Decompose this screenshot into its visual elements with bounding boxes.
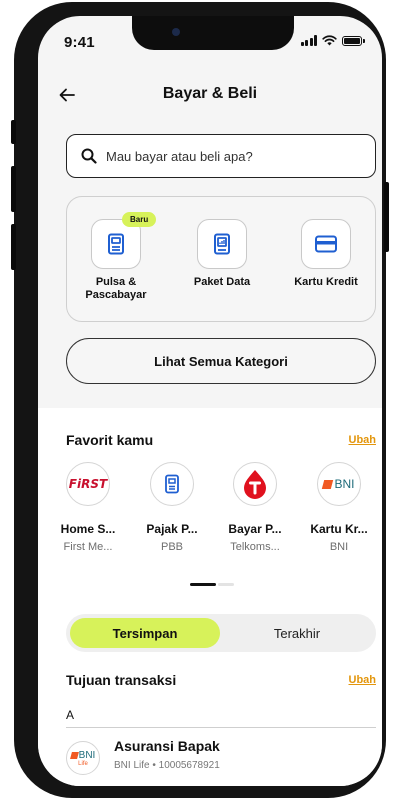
favorite-provider: Telkoms... xyxy=(230,541,280,553)
destination-title: Asuransi Bapak xyxy=(114,738,220,754)
category-label: Kartu Kredit xyxy=(294,276,358,288)
carousel-indicator xyxy=(190,583,238,586)
favorite-name: Home S... xyxy=(60,522,116,536)
search-placeholder: Mau bayar atau beli apa? xyxy=(106,148,253,164)
favorites-title: Favorit kamu xyxy=(66,432,154,448)
favorites-header: Favorit kamu Ubah xyxy=(66,432,376,452)
app-screen: 9:41 Bayar & Beli Mau bayar atau beli ap… xyxy=(38,16,382,786)
category-icon-box: Baru xyxy=(91,212,157,269)
phone-volume-up xyxy=(11,166,16,212)
favorite-item[interactable]: BNI Kartu Kr... BNI xyxy=(306,462,372,553)
bni-logo-text: BNI xyxy=(334,477,355,491)
phone-power-button xyxy=(384,182,389,252)
destination-subtitle: BNI Life • 10005678921 xyxy=(114,760,220,771)
favorite-provider: PBB xyxy=(160,541,183,553)
destinations-edit-link[interactable]: Ubah xyxy=(349,674,377,686)
destinations-header: Tujuan transaksi Ubah xyxy=(66,672,376,692)
wifi-icon xyxy=(322,35,337,46)
favorite-provider: First Me... xyxy=(63,541,113,553)
bni-life-logo-sub: Life xyxy=(78,760,88,767)
battery-icon xyxy=(342,35,365,46)
first-media-logo-text: FiRST xyxy=(68,477,108,491)
favorite-name: Kartu Kr... xyxy=(310,522,368,536)
destination-item[interactable]: BNI Life Asuransi Bapak BNI Life • 10005… xyxy=(66,738,376,778)
phone-card-icon xyxy=(108,233,124,255)
favorites-edit-link[interactable]: Ubah xyxy=(349,434,377,446)
favorite-name: Bayar P... xyxy=(228,522,282,536)
credit-card-icon xyxy=(315,235,337,253)
search-input[interactable]: Mau bayar atau beli apa? xyxy=(66,134,376,178)
favorite-name: Pajak P... xyxy=(146,522,198,536)
new-badge: Baru xyxy=(122,212,157,227)
telkomsel-logo xyxy=(233,462,277,506)
category-pulsa-pascabayar[interactable]: Baru Pulsa & Pascabayar xyxy=(71,212,161,302)
saved-recent-toggle: Tersimpan Terakhir xyxy=(66,614,376,652)
favorite-item[interactable]: Bayar P... Telkoms... xyxy=(222,462,288,553)
category-icon-box xyxy=(197,219,247,269)
data-chart-icon xyxy=(214,233,230,255)
signal-icon xyxy=(300,35,317,46)
category-label: Pulsa & Pascabayar xyxy=(85,276,147,301)
status-icons xyxy=(300,35,365,46)
carousel-dot-active xyxy=(190,583,216,586)
tab-recent[interactable]: Terakhir xyxy=(222,618,372,648)
phone-side-button xyxy=(11,120,16,144)
notch xyxy=(132,16,294,50)
bni-mark-icon xyxy=(69,751,79,759)
category-card: Baru Pulsa & Pascabayar Paket Data Kartu… xyxy=(66,196,376,322)
bni-logo: BNI xyxy=(317,462,361,506)
favorite-item[interactable]: Pajak P... PBB xyxy=(139,462,205,553)
group-letter: A xyxy=(66,708,75,722)
status-bar: 9:41 xyxy=(38,16,382,60)
bni-life-logo: BNI Life xyxy=(66,741,100,775)
category-kartu-kredit[interactable]: Kartu Kredit xyxy=(281,219,371,289)
category-icon-box xyxy=(301,219,351,269)
camera-icon xyxy=(172,28,180,36)
tab-saved[interactable]: Tersimpan xyxy=(70,618,220,648)
page-title: Bayar & Beli xyxy=(162,85,258,102)
destinations-title: Tujuan transaksi xyxy=(66,672,177,688)
favorite-provider: BNI xyxy=(329,541,349,553)
status-time: 9:41 xyxy=(64,34,95,51)
phone-volume-down xyxy=(11,224,16,270)
see-all-categories-button[interactable]: Lihat Semua Kategori xyxy=(66,338,376,384)
bni-life-logo-text: BNI xyxy=(78,749,96,761)
search-icon xyxy=(81,148,97,164)
divider xyxy=(66,727,376,728)
favorite-item[interactable]: FiRST Home S... First Me... xyxy=(55,462,121,553)
carousel-dot xyxy=(218,583,234,586)
category-paket-data[interactable]: Paket Data xyxy=(177,219,267,289)
first-media-logo: FiRST xyxy=(66,462,110,506)
phone-frame: 9:41 Bayar & Beli Mau bayar atau beli ap… xyxy=(11,2,389,798)
category-label: Paket Data xyxy=(193,276,251,288)
bni-mark-icon xyxy=(322,479,334,489)
tax-document-icon xyxy=(150,462,194,506)
page-header: Bayar & Beli xyxy=(38,80,382,110)
